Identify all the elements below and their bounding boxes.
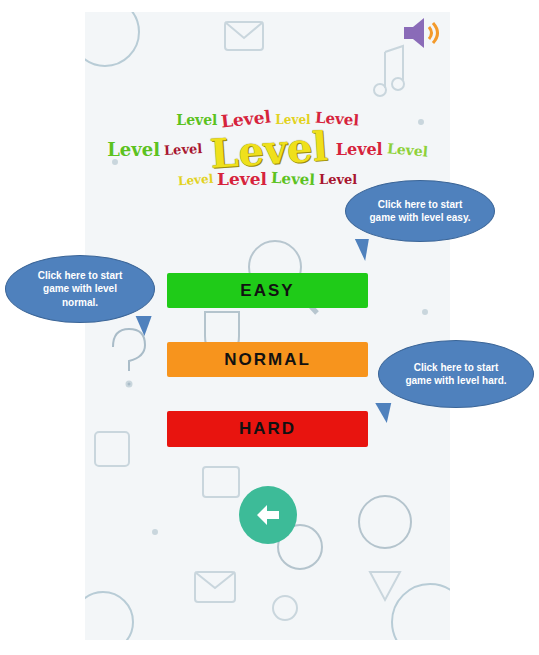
- callout-bubble: Click here to start game with level easy…: [345, 180, 495, 242]
- cloud-word: Level: [221, 109, 273, 132]
- cloud-word: Level: [176, 113, 217, 128]
- level-button[interactable]: HARD: [167, 411, 368, 446]
- level-button[interactable]: NORMAL: [167, 342, 368, 377]
- cloud-word: Level: [386, 141, 428, 159]
- callout-text: Click here to start game with level norm…: [28, 269, 132, 310]
- callout-text: Click here to start game with level hard…: [401, 361, 511, 388]
- cloud-word: Level: [275, 114, 310, 127]
- speaker-icon: [402, 15, 444, 51]
- cloud-word: Level: [319, 173, 357, 187]
- callout-bubble: Click here to start game with level norm…: [5, 255, 155, 323]
- level-select-page: LevelLevelLevelLevelLevelLevelLevelLevel…: [0, 0, 539, 655]
- back-button[interactable]: [239, 486, 297, 544]
- level-title: Level: [209, 125, 329, 175]
- level-button[interactable]: EASY: [167, 273, 368, 308]
- sound-toggle-button[interactable]: [402, 15, 444, 51]
- callout-text: Click here to start game with level easy…: [368, 198, 472, 225]
- callout-bubble: Click here to start game with level hard…: [378, 340, 534, 408]
- cloud-row: LevelLevelLevelLevel: [125, 111, 410, 129]
- cloud-word: Level: [217, 171, 267, 189]
- cloud-word: Level: [177, 172, 213, 187]
- back-arrow-icon: [253, 500, 283, 530]
- cloud-word: Level: [164, 142, 203, 158]
- cloud-row: LevelLevelLevelLevel: [125, 171, 410, 189]
- cloud-word: Level: [107, 141, 160, 160]
- cloud-row: LevelLevelLevelLevelLevel: [125, 129, 410, 171]
- cloud-word: Level: [271, 171, 316, 189]
- cloud-word: Level: [336, 142, 383, 159]
